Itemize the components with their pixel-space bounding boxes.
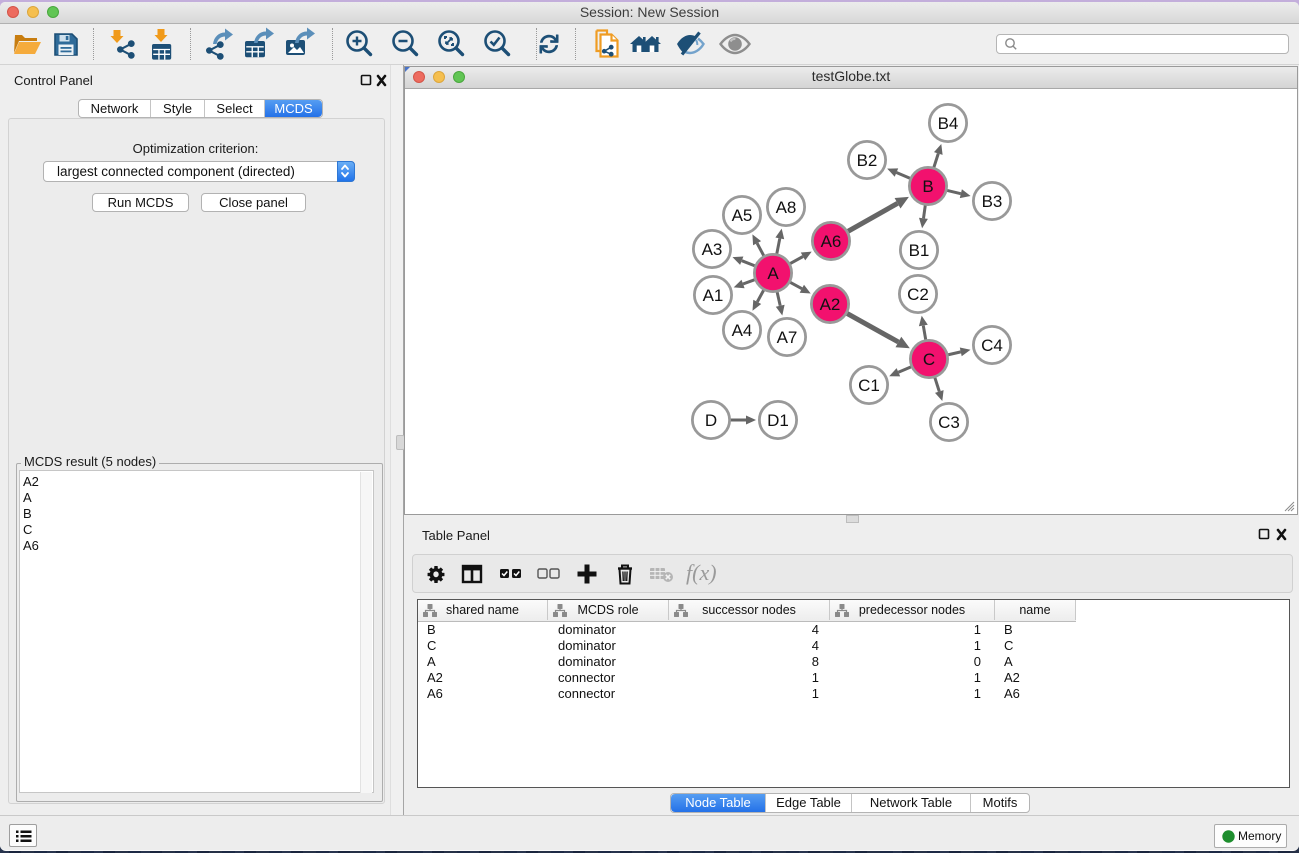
- svg-text:A3: A3: [702, 240, 723, 259]
- svg-text:C2: C2: [907, 285, 929, 304]
- svg-text:A4: A4: [732, 321, 753, 340]
- svg-text:B: B: [922, 177, 933, 196]
- svg-text:B2: B2: [857, 151, 878, 170]
- svg-text:B1: B1: [909, 241, 930, 260]
- svg-text:A2: A2: [820, 295, 841, 314]
- svg-text:A7: A7: [777, 328, 798, 347]
- svg-text:B4: B4: [938, 114, 959, 133]
- svg-text:A: A: [767, 264, 779, 283]
- svg-text:C: C: [923, 350, 935, 369]
- svg-text:A8: A8: [776, 198, 797, 217]
- svg-text:A5: A5: [732, 206, 753, 225]
- svg-text:A6: A6: [821, 232, 842, 251]
- svg-text:C3: C3: [938, 413, 960, 432]
- svg-text:D: D: [705, 411, 717, 430]
- svg-text:B3: B3: [982, 192, 1003, 211]
- svg-text:C1: C1: [858, 376, 880, 395]
- svg-text:A1: A1: [703, 286, 724, 305]
- svg-text:C4: C4: [981, 336, 1003, 355]
- svg-text:D1: D1: [767, 411, 789, 430]
